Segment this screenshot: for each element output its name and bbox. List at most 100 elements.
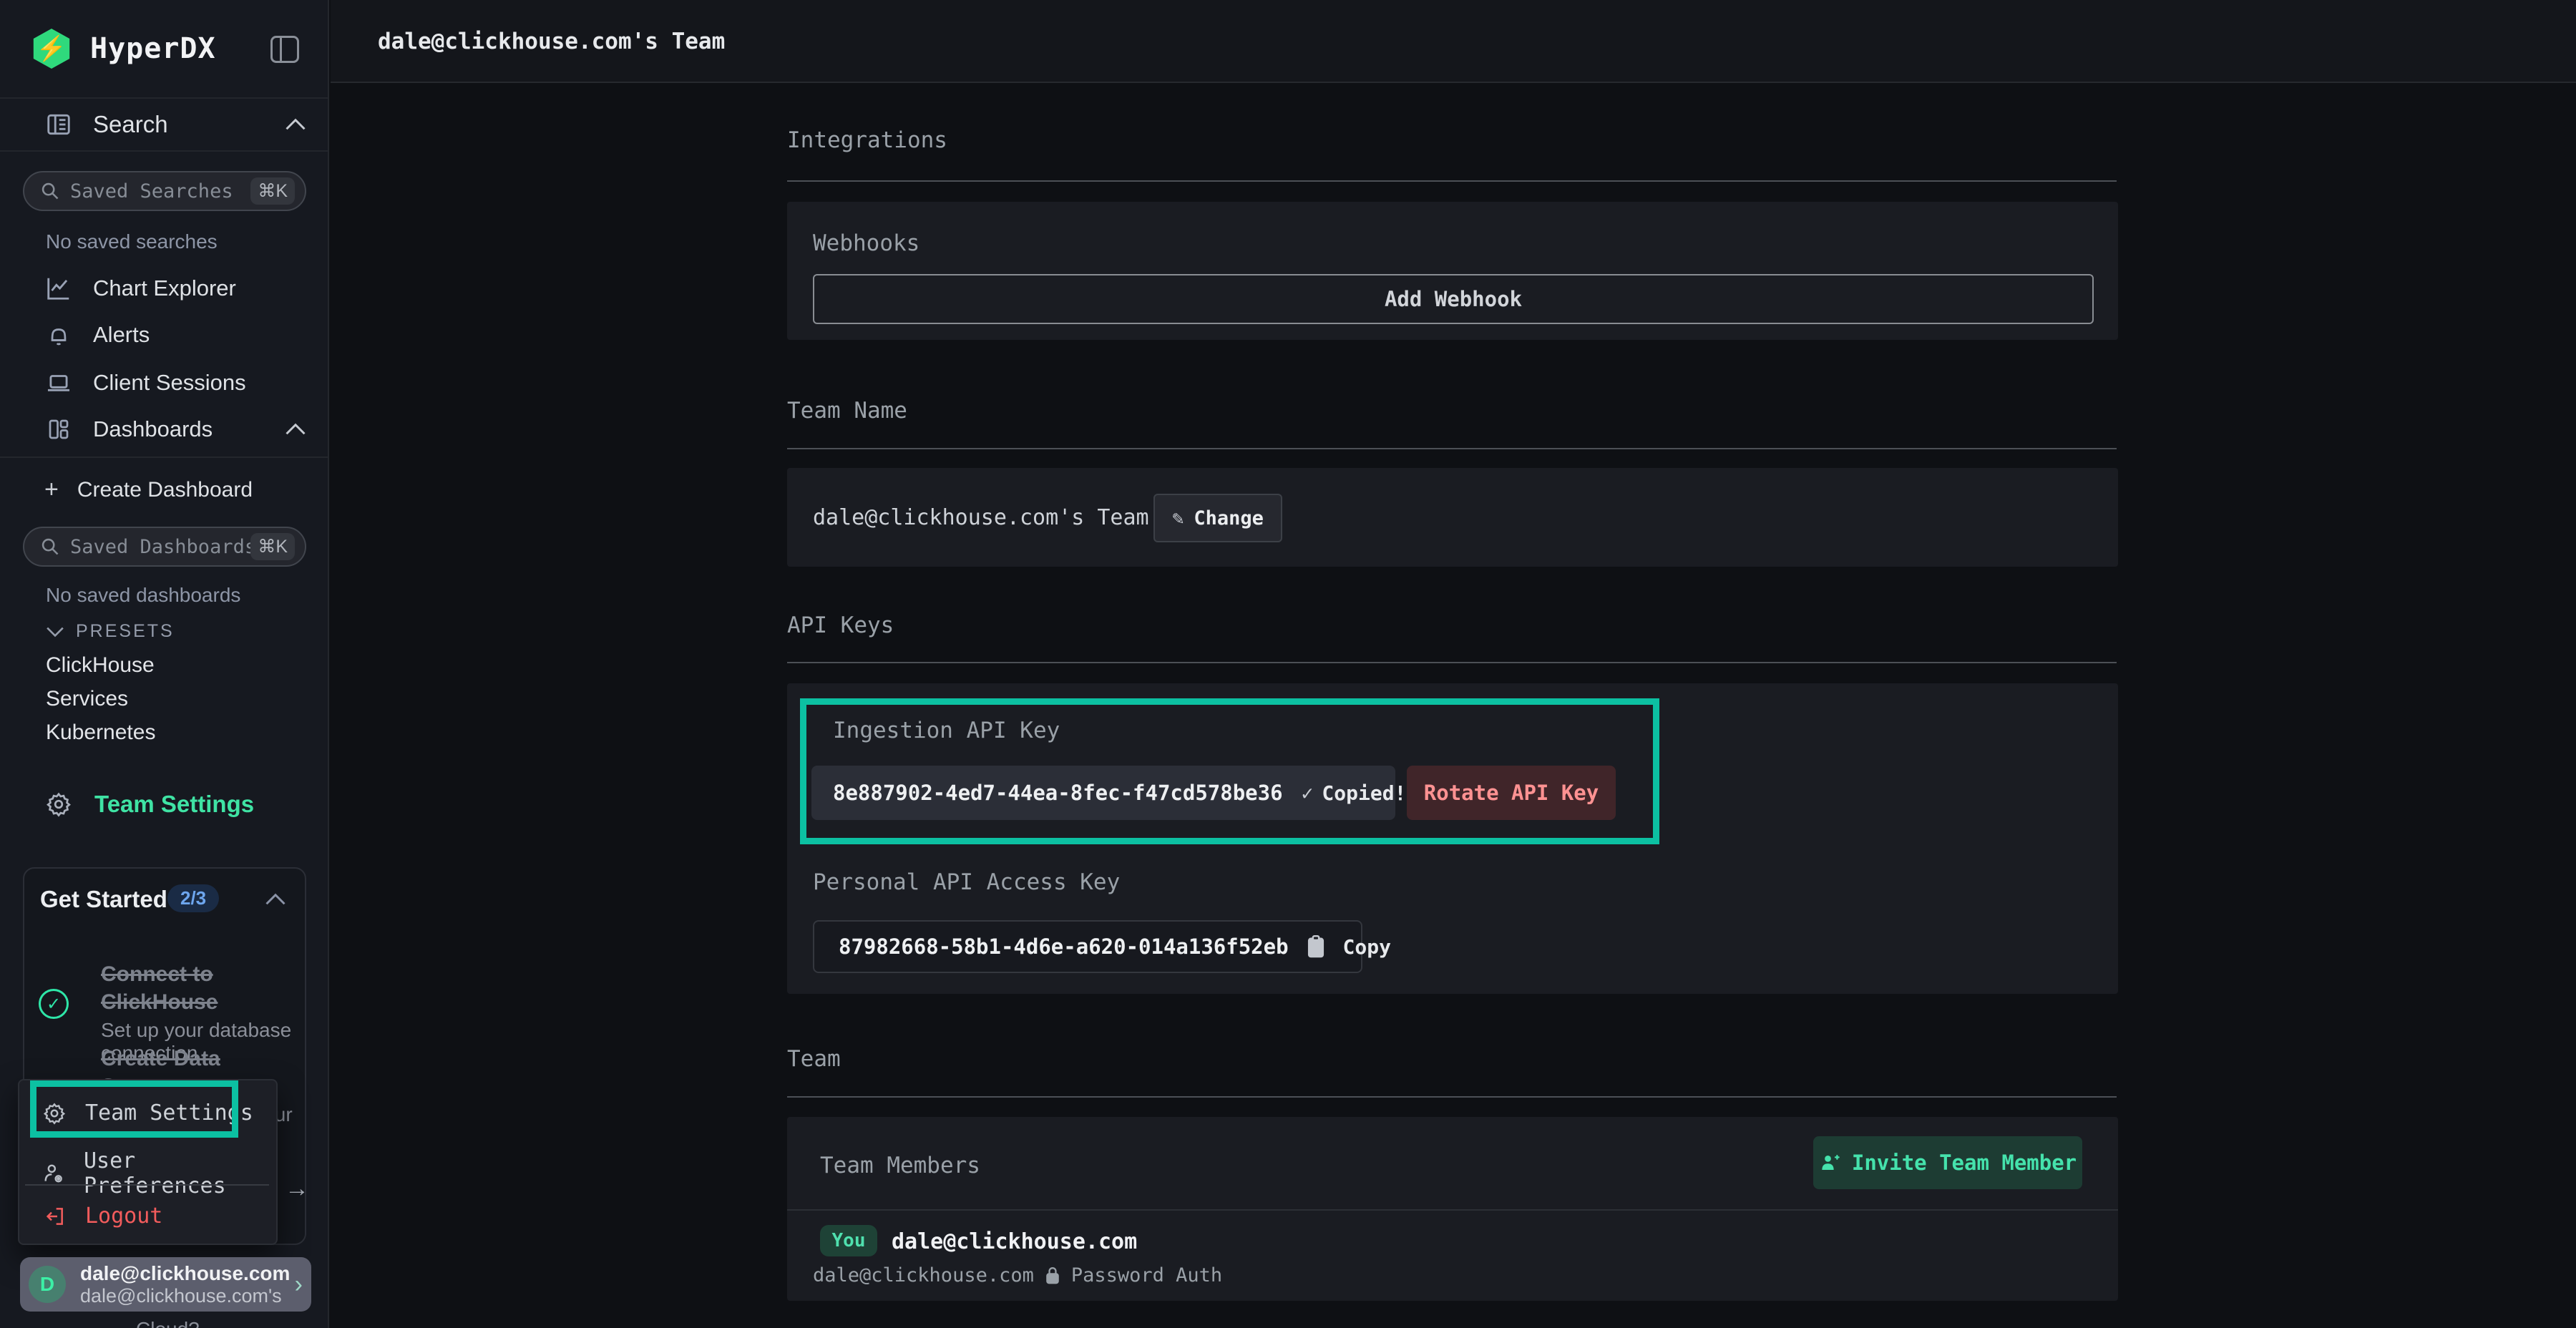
sidebar: ⚡ HyperDX Search Saved Searches ⌘K No sa… <box>0 0 329 1328</box>
personal-key-label: Personal API Access Key <box>813 869 1120 895</box>
search-icon <box>40 537 60 557</box>
check-circle-icon: ✓ <box>39 989 69 1019</box>
section-title-integrations: Integrations <box>787 127 947 153</box>
app-window: ⚡ HyperDX Search Saved Searches ⌘K No sa… <box>0 0 2576 1328</box>
menu-item-user-preferences[interactable]: User Preferences <box>42 1148 276 1198</box>
add-webhook-button[interactable]: Add Webhook <box>813 274 2094 324</box>
you-badge: You <box>820 1225 877 1256</box>
search-panel-icon <box>44 111 73 138</box>
member-email: dale@clickhouse.com <box>813 1264 1034 1286</box>
personal-key-chip[interactable]: 87982668-58b1-4d6e-a620-014a136f52eb Cop… <box>813 920 1362 973</box>
section-title-team: Team <box>787 1046 841 1072</box>
sidebar-item-chart-explorer[interactable]: Chart Explorer <box>44 275 306 302</box>
sidebar-item-team-settings[interactable]: Team Settings <box>44 791 254 818</box>
menu-item-logout[interactable]: Logout <box>42 1204 162 1229</box>
task-desc-line: Set up your database <box>101 1019 301 1042</box>
client-sessions-laptop-icon <box>44 369 73 396</box>
brand-name: HyperDX <box>90 32 216 65</box>
invite-user-icon <box>1819 1152 1840 1173</box>
presets-toggle[interactable]: PRESETS <box>46 621 175 642</box>
section-divider <box>787 1096 2117 1098</box>
nav-label: Chart Explorer <box>93 275 236 301</box>
section-divider <box>787 662 2117 663</box>
chevron-down-icon <box>46 626 64 638</box>
logo-row: ⚡ HyperDX <box>0 0 328 99</box>
preset-kubernetes[interactable]: Kubernetes <box>46 721 155 745</box>
user-gear-icon <box>42 1162 65 1185</box>
change-label: Change <box>1194 507 1264 529</box>
gear-icon <box>44 791 73 817</box>
sidebar-section-search[interactable]: Search <box>44 111 306 138</box>
section-title-api-keys: API Keys <box>787 612 894 638</box>
menu-divider <box>25 1184 269 1186</box>
user-account-chip[interactable]: D dale@clickhouse.com dale@clickhouse.co… <box>20 1257 311 1312</box>
task-title-line: Connect to <box>101 960 301 988</box>
alerts-bell-icon <box>44 322 73 348</box>
plus-icon: + <box>44 476 59 504</box>
search-section-label: Search <box>93 111 168 138</box>
invite-label: Invite Team Member <box>1852 1151 2077 1175</box>
user-team-name: dale@clickhouse.com's <box>80 1285 295 1307</box>
team-settings-label: Team Settings <box>94 791 254 818</box>
arrow-right-icon[interactable]: → <box>285 1175 309 1203</box>
divider <box>0 150 328 152</box>
chart-explorer-icon <box>44 275 73 302</box>
section-divider <box>787 180 2117 182</box>
annotation-box-ingestion-key <box>800 698 1659 844</box>
search-icon <box>40 181 60 201</box>
hyperdx-logo-icon: ⚡ <box>31 29 72 69</box>
invite-team-member-button[interactable]: Invite Team Member <box>1813 1136 2082 1189</box>
task-title-line: ClickHouse <box>101 988 301 1016</box>
saved-searches-input[interactable]: Saved Searches ⌘K <box>23 171 306 211</box>
shortcut-badge: ⌘K <box>250 533 295 560</box>
preset-clickhouse[interactable]: ClickHouse <box>46 653 155 678</box>
section-title-team-name: Team Name <box>787 398 907 424</box>
team-name-card: dale@clickhouse.com's Team ✎ Change <box>787 468 2118 567</box>
pencil-icon: ✎ <box>1172 507 1184 529</box>
bolt-icon: ⚡ <box>36 34 67 63</box>
saved-searches-placeholder: Saved Searches <box>70 180 250 202</box>
no-saved-searches-text: No saved searches <box>46 230 218 253</box>
clipboard-icon <box>1306 934 1326 959</box>
dashboards-grid-icon <box>44 416 73 442</box>
preset-services[interactable]: Services <box>46 687 128 711</box>
create-dashboard-button[interactable]: + Create Dashboard <box>44 476 306 504</box>
lock-icon <box>1044 1266 1061 1286</box>
webhooks-label: Webhooks <box>813 230 919 256</box>
clipped-bottom-text: Cloud? <box>136 1318 200 1328</box>
saved-dashboards-input[interactable]: Saved Dashboards ⌘K <box>23 527 306 567</box>
personal-key-value: 87982668-58b1-4d6e-a620-014a136f52eb <box>839 934 1289 959</box>
chevron-up-icon[interactable] <box>285 118 306 131</box>
collapse-sidebar-icon[interactable] <box>270 36 299 63</box>
avatar-initial: D <box>40 1273 54 1296</box>
team-name-value: dale@clickhouse.com's Team <box>813 505 1149 530</box>
section-divider <box>787 448 2117 449</box>
chevron-up-icon[interactable] <box>265 893 286 906</box>
webhooks-card: Webhooks Add Webhook <box>787 202 2118 340</box>
divider <box>0 456 328 458</box>
nav-label: Client Sessions <box>93 370 246 396</box>
sidebar-item-client-sessions[interactable]: Client Sessions <box>44 369 306 396</box>
chevron-up-icon[interactable] <box>285 423 306 436</box>
change-team-name-button[interactable]: ✎ Change <box>1153 494 1282 542</box>
nav-label: Alerts <box>93 322 150 348</box>
get-started-progress-badge: 2/3 <box>167 884 219 912</box>
member-detail-row: dale@clickhouse.com Password Auth <box>813 1264 1222 1286</box>
sidebar-item-dashboards[interactable]: Dashboards <box>44 416 306 442</box>
create-dashboard-label: Create Dashboard <box>77 478 253 502</box>
logout-icon <box>42 1205 67 1228</box>
annotation-box-team-settings <box>30 1080 238 1138</box>
get-started-title: Get Started <box>40 886 167 913</box>
chevron-right-icon: › <box>295 1271 303 1299</box>
user-email: dale@clickhouse.com <box>80 1262 295 1285</box>
add-webhook-label: Add Webhook <box>1385 287 1522 311</box>
sidebar-item-alerts[interactable]: Alerts <box>44 322 306 348</box>
saved-dashboards-placeholder: Saved Dashboards <box>70 536 250 558</box>
card-divider <box>787 1209 2118 1211</box>
copy-label: Copy <box>1343 935 1391 959</box>
page-title: dale@clickhouse.com's Team <box>378 29 725 54</box>
member-auth-type: Password Auth <box>1071 1264 1222 1286</box>
nav-label: Dashboards <box>93 416 213 442</box>
presets-label: PRESETS <box>76 621 175 642</box>
menu-label: Logout <box>85 1204 162 1229</box>
